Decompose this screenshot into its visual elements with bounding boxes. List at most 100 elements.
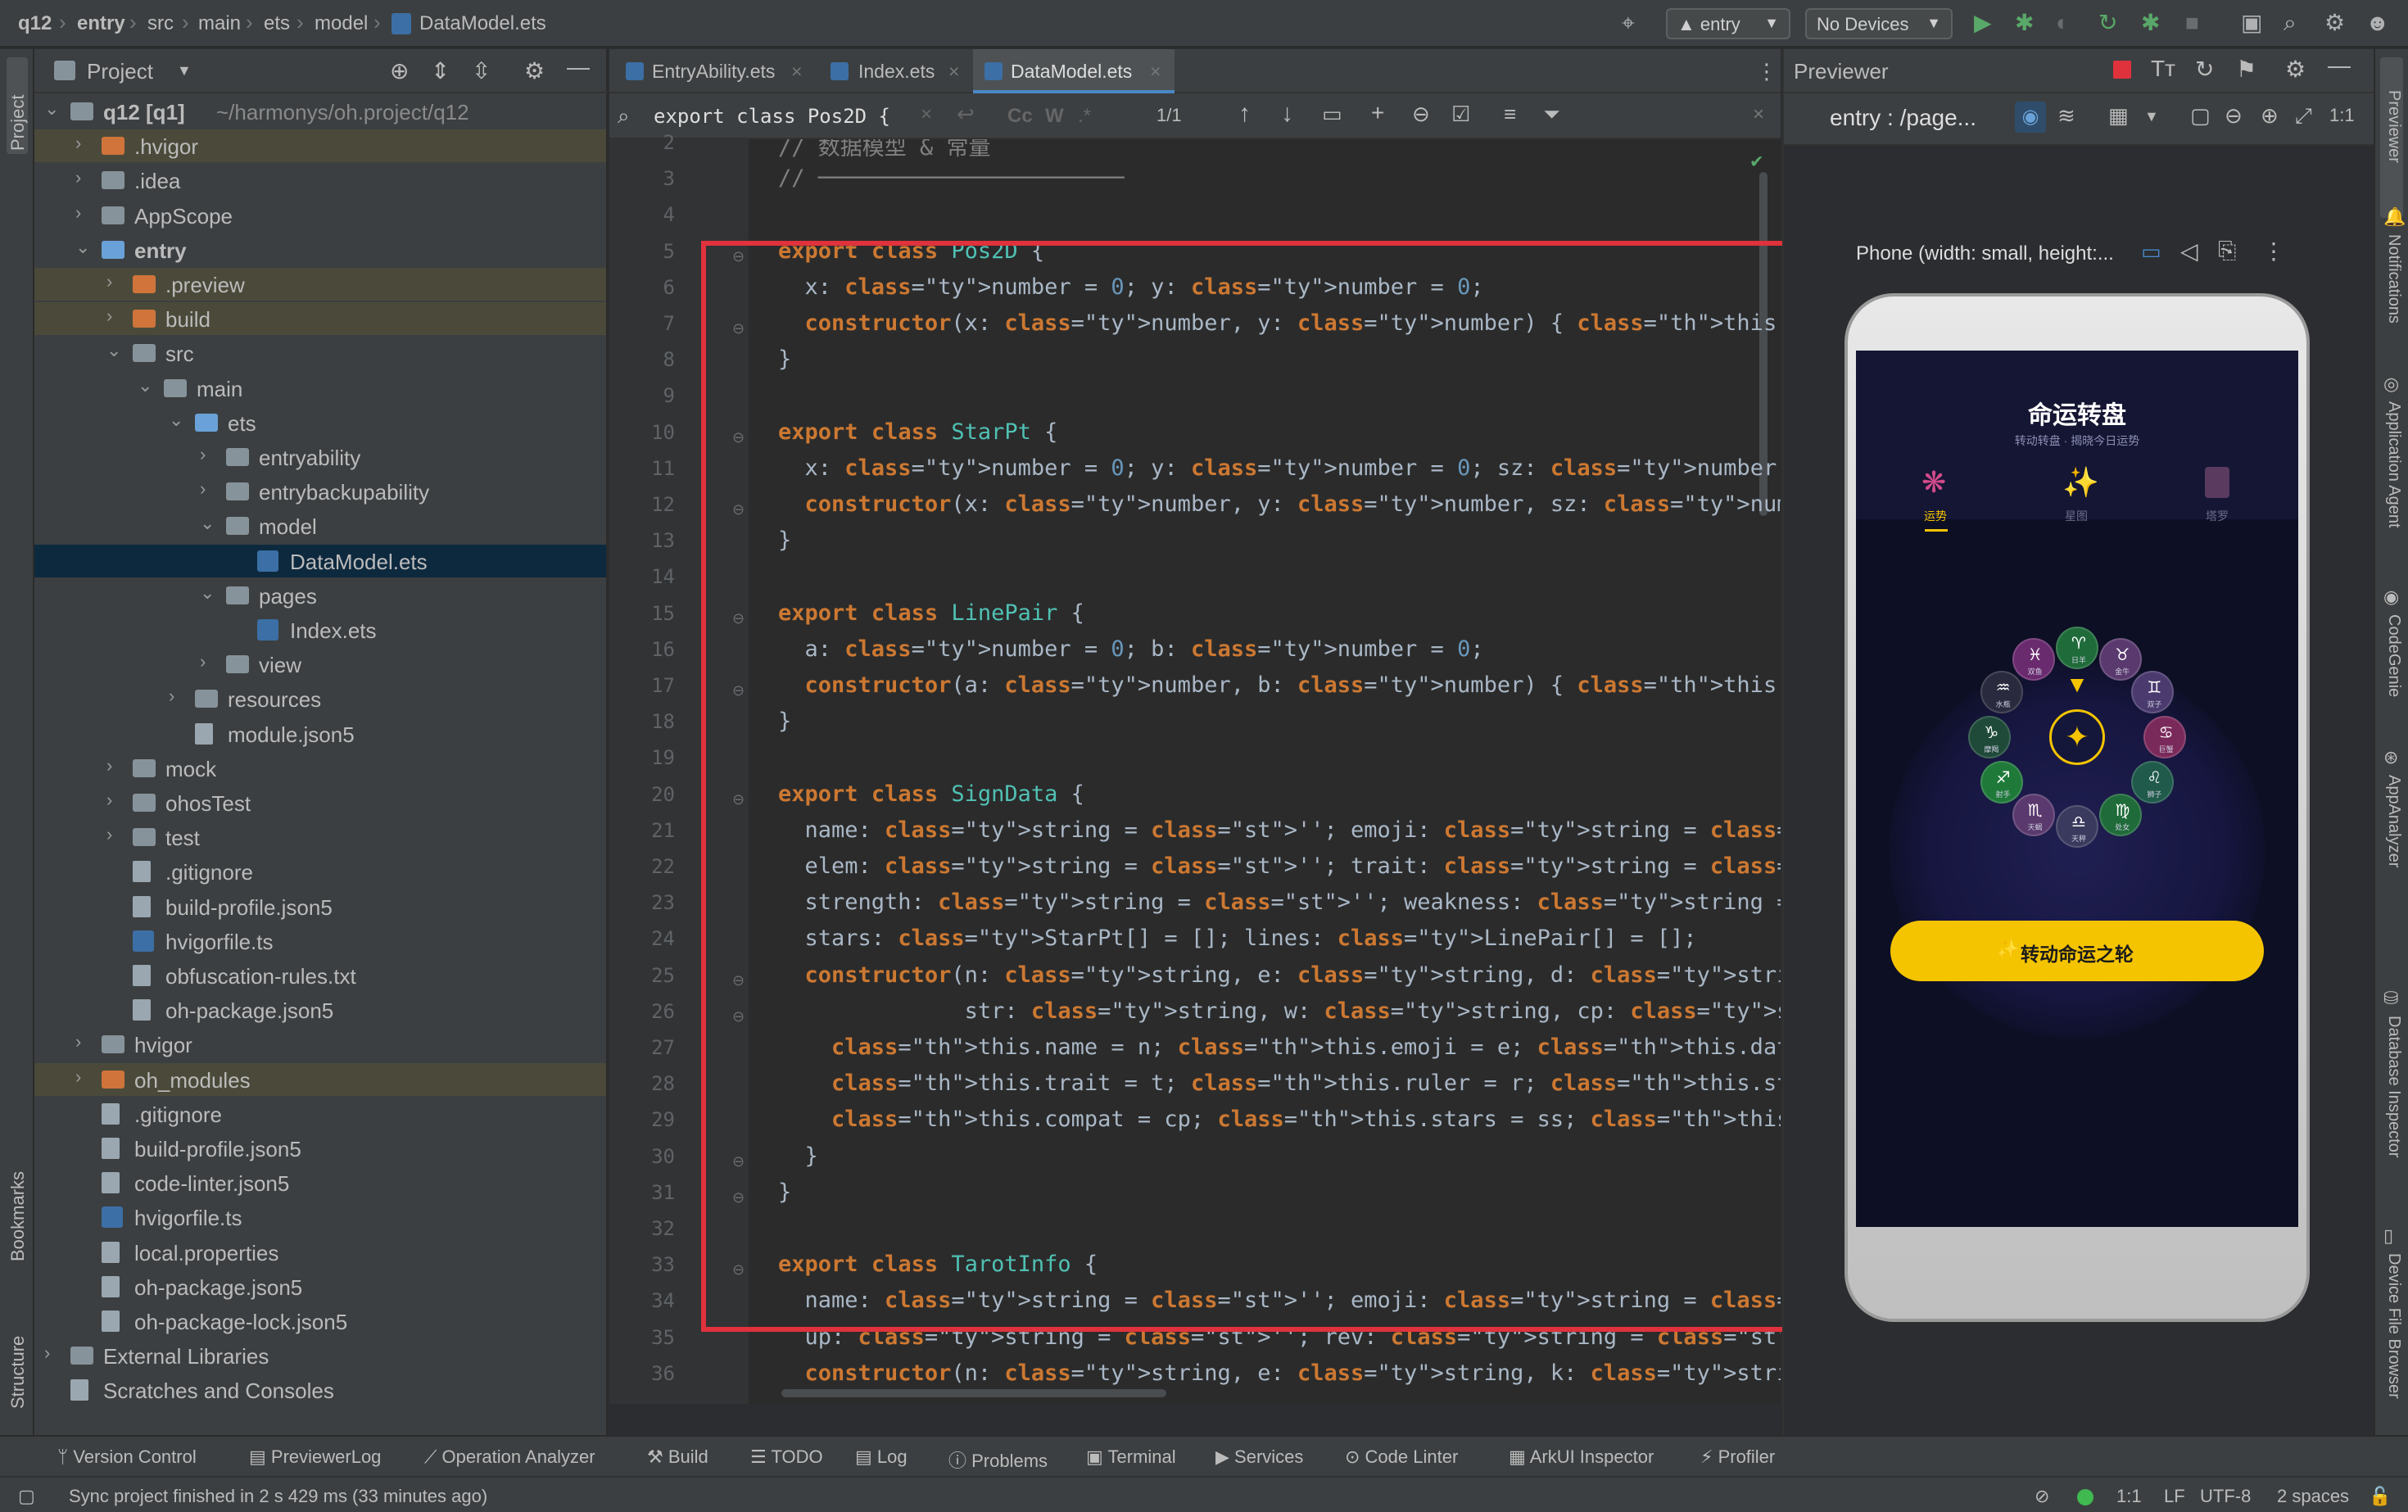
structure-tool-label[interactable]: Structure — [7, 1336, 29, 1409]
regex-toggle[interactable]: .* — [1078, 105, 1091, 128]
chevron-down-icon[interactable]: ▼ — [2144, 108, 2159, 125]
actual-size-icon[interactable]: 1:1 — [2329, 105, 2355, 126]
crosshair-icon[interactable]: ⌖ — [1622, 10, 1635, 36]
tree-item[interactable]: › .idea — [34, 164, 606, 197]
chevron-down-icon[interactable]: ⌄ — [44, 98, 59, 120]
tool-problems[interactable]: ⓘ Problems — [948, 1446, 1048, 1473]
fold-icon[interactable]: ⊖ — [732, 610, 745, 627]
tree-item[interactable]: ⌄ model — [34, 509, 606, 542]
zodiac-sign[interactable]: ♈ 日羊 — [2056, 626, 2098, 669]
close-icon[interactable]: × — [791, 61, 802, 83]
status-message[interactable]: Sync project finished in 2 s 429 ms (33 … — [69, 1486, 487, 1507]
code-line[interactable]: strength: class="ty">string = class="st"… — [778, 890, 1781, 915]
match-case-toggle[interactable]: Cc — [1007, 105, 1033, 128]
phone-screen[interactable]: 命运转盘 转动转盘 · 揭晓今日运势 ❋ 运势 ✨ 星图 塔罗 ▼ ♈ 日羊 ♉… — [1856, 351, 2298, 1227]
code-line[interactable]: export class TarotInfo { — [778, 1252, 1098, 1277]
whole-word-toggle[interactable]: W — [1045, 105, 1064, 128]
tree-item[interactable]: ⌄ q12 [q1] ~/harmonys/oh.project/q12 — [34, 95, 606, 128]
tree-item[interactable]: module.json5 — [34, 718, 606, 750]
fit-icon[interactable]: ⤢ — [2295, 103, 2312, 129]
chevron-right-icon[interactable]: › — [106, 824, 112, 845]
code-line[interactable]: up: class="ty">string = class="st">''; r… — [778, 1324, 1781, 1350]
tree-item[interactable]: › mock — [34, 752, 606, 785]
gear-icon[interactable]: ⚙ — [524, 57, 545, 84]
tree-item[interactable]: ⌄ pages — [34, 579, 606, 612]
back-icon[interactable]: ◁ — [2180, 238, 2198, 265]
tab-datamodel[interactable]: DataModel.ets × — [973, 49, 1175, 93]
code-line[interactable]: } — [778, 527, 791, 553]
tree-item[interactable]: build-profile.json5 — [34, 890, 606, 923]
chevron-down-icon[interactable]: ▼ — [177, 62, 192, 79]
layout-toggle-icon[interactable]: ▢ — [18, 1486, 35, 1507]
tree-item[interactable]: oh-package-lock.json5 — [34, 1305, 606, 1338]
tree-item[interactable]: › AppScope — [34, 199, 606, 232]
code-line[interactable]: x: class="ty">number = 0; y: class="ty">… — [778, 274, 1484, 300]
expand-all-icon[interactable]: ⇕ — [431, 57, 450, 84]
code-line[interactable]: export class LinePair { — [778, 600, 1084, 626]
gear-icon[interactable]: ⚙ — [2285, 56, 2306, 83]
breadcrumb-project[interactable]: q12 — [18, 12, 52, 35]
new-line-icon[interactable]: ↩ — [957, 102, 975, 127]
code-editor[interactable]: ✔ // 数据模型 & 常量 // ───────────────────────… — [749, 139, 1781, 1404]
appanalyzer-tool-label[interactable]: AppAnalyzer — [2384, 775, 2403, 867]
code-line[interactable]: constructor(n: class="ty">string, e: cla… — [778, 962, 1781, 988]
fold-icon[interactable]: ⊖ — [732, 248, 745, 265]
tree-item[interactable]: build-profile.json5 — [34, 1132, 606, 1165]
chevron-right-icon[interactable]: › — [75, 133, 81, 154]
gear-icon[interactable]: ⚙ — [2324, 10, 2345, 36]
apply-changes-icon[interactable]: ↻ — [2098, 10, 2117, 36]
agent-icon[interactable]: ◎ — [2383, 373, 2399, 395]
code-line[interactable]: x: class="ty">number = 0; y: class="ty">… — [778, 455, 1781, 481]
code-line[interactable]: str: class="ty">string, w: class="ty">st… — [778, 998, 1781, 1024]
tool-todo[interactable]: ☰ TODO — [750, 1446, 823, 1468]
hot-reload-icon[interactable]: ✱ — [2141, 10, 2160, 36]
project-panel-title[interactable]: Project — [87, 59, 153, 84]
line-separator[interactable]: LF — [2164, 1486, 2185, 1507]
tree-item[interactable]: ⌄ main — [34, 372, 606, 405]
file-encoding[interactable]: UTF-8 — [2200, 1486, 2251, 1507]
code-line[interactable]: } — [778, 1179, 791, 1205]
tool-profiler[interactable]: ⚡ Profiler — [1700, 1446, 1775, 1468]
run-config-select[interactable]: ▲ entry ▼ — [1666, 8, 1790, 39]
search-icon[interactable]: ⌕ — [2284, 10, 2297, 36]
zodiac-sign[interactable]: ♏ 天蝎 — [2012, 793, 2055, 836]
chevron-right-icon[interactable]: › — [75, 1066, 81, 1088]
tool-code-linter[interactable]: ⊙ Code Linter — [1345, 1446, 1458, 1468]
add-occurrence-icon[interactable]: + — [1371, 100, 1384, 126]
tree-item[interactable]: › .hvigor — [34, 129, 606, 163]
zodiac-sign[interactable]: ♉ 金牛 — [2099, 638, 2143, 681]
chevron-right-icon[interactable]: › — [106, 306, 112, 327]
chevron-right-icon[interactable]: › — [75, 1031, 81, 1053]
device-file-browser-tool-label[interactable]: Device File Browser — [2384, 1253, 2403, 1399]
code-line[interactable]: constructor(n: class="ty">string, e: cla… — [778, 1360, 1781, 1386]
tool-operation-analyzer[interactable]: ⟋ Operation Analyzer — [424, 1446, 595, 1468]
chevron-right-icon[interactable]: › — [200, 651, 206, 672]
tree-item[interactable]: › test — [34, 821, 606, 853]
tree-item[interactable]: hvigorfile.ts — [34, 1201, 606, 1234]
tree-item[interactable]: Index.ets — [34, 613, 606, 646]
breadcrumb-ets[interactable]: ets — [264, 12, 290, 35]
close-icon[interactable]: × — [948, 61, 959, 83]
rotate-icon[interactable]: ⎘ — [2218, 238, 2236, 265]
code-line[interactable]: export class StarPt { — [778, 419, 1057, 445]
zodiac-wheel[interactable]: ♈ 日羊 ♉ 金牛 ♊ 双子 ♋ 巨蟹 ♌ 狮子 ♍ 处女 ♎ 天秤 ♏ 天蝎 ♐ 射手 ♑ 摩羯 ♒ 水瓶 ♓ 双鱼 — [1856, 351, 2298, 1227]
tree-item[interactable]: hvigorfile.ts — [34, 925, 606, 957]
zodiac-sign[interactable]: ♐ 射手 — [1980, 760, 2023, 804]
tree-item[interactable]: .gitignore — [34, 855, 606, 888]
select-occurrences-icon[interactable]: ☑ — [1451, 102, 1470, 127]
wheel-center[interactable]: ✦ — [2049, 709, 2105, 765]
fold-icon[interactable]: ⊖ — [732, 429, 745, 446]
bookmarks-tool-label[interactable]: Bookmarks — [7, 1171, 29, 1261]
page-route[interactable]: entry : /page... — [1830, 105, 1976, 131]
chevron-right-icon[interactable]: › — [106, 790, 112, 811]
database-inspector-tool-label[interactable]: Database Inspector — [2384, 1016, 2403, 1157]
fold-icon[interactable]: ⊖ — [732, 682, 745, 699]
code-line[interactable]: class="th">this.trait = t; class="th">th… — [778, 1071, 1781, 1096]
device-settings-icon[interactable]: ▭ — [2141, 239, 2161, 265]
inspector-icon[interactable]: ⚑ — [2236, 56, 2256, 83]
layers-icon[interactable]: ≋ — [2057, 103, 2075, 129]
zodiac-sign[interactable]: ♎ 天秤 — [2056, 805, 2098, 849]
filter-icon[interactable]: ⏷ — [1543, 102, 1560, 128]
code-line[interactable]: } — [778, 1143, 818, 1169]
stop-icon[interactable]: ■ — [2185, 10, 2199, 36]
